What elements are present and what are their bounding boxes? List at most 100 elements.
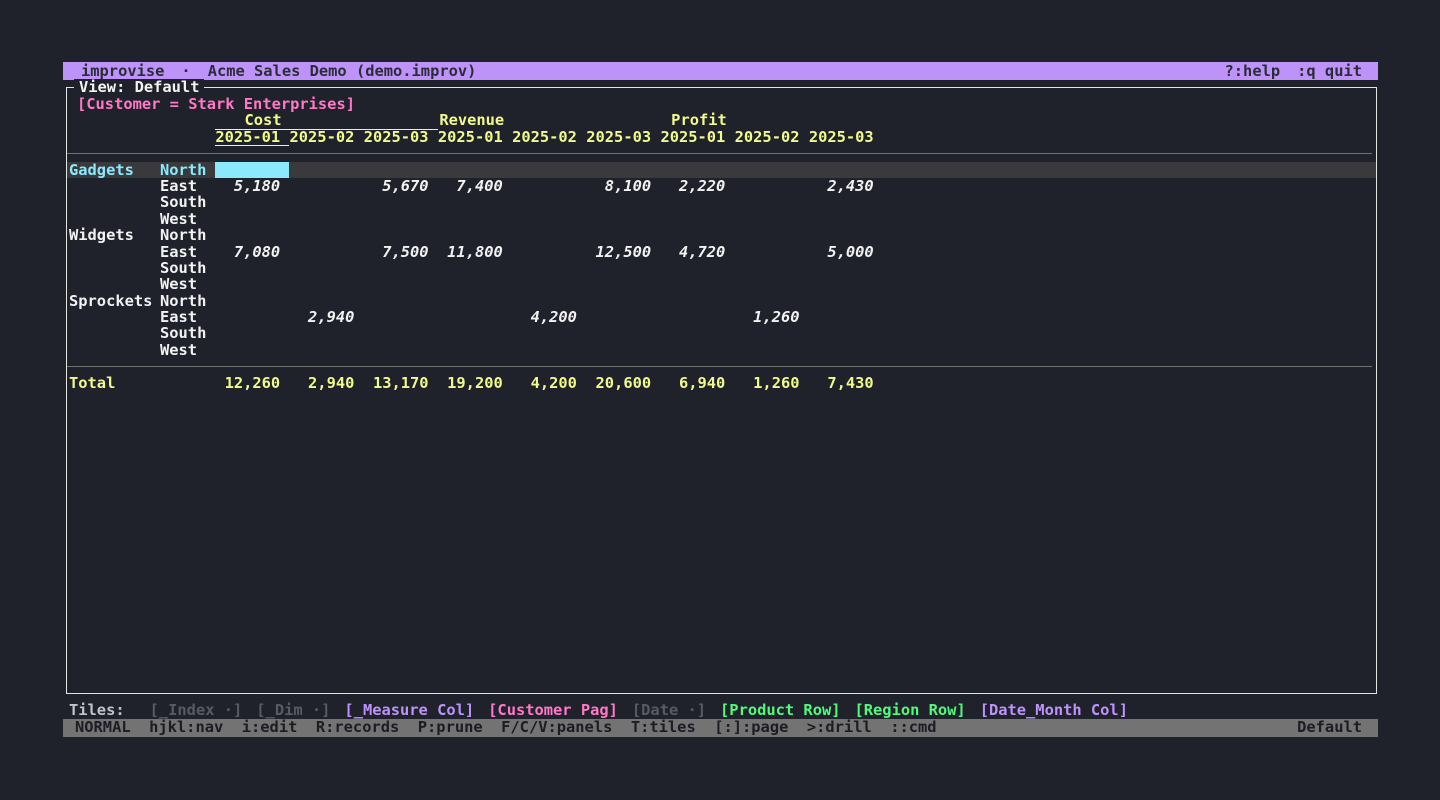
value-cell[interactable] [512,178,586,194]
value-cell[interactable]: 11,800 [438,244,512,260]
value-cell[interactable] [289,194,363,210]
value-cell[interactable] [586,276,660,292]
value-cell[interactable]: 1,260 [734,309,808,325]
value-cell[interactable] [734,276,808,292]
value-cell[interactable] [215,260,289,276]
value-cell[interactable] [363,276,437,292]
value-cell[interactable] [289,293,363,309]
value-cell[interactable]: 2,940 [289,309,363,325]
value-cell[interactable] [215,276,289,292]
value-cell[interactable] [215,227,289,243]
value-cell[interactable] [215,194,289,210]
value-cell[interactable] [734,342,808,358]
region-label[interactable]: East [160,309,215,325]
value-cell[interactable] [215,293,289,309]
product-label[interactable] [67,342,160,358]
tile-item[interactable]: [_Index ·] [150,702,243,718]
value-cell[interactable] [809,162,883,178]
region-label[interactable]: North [160,293,215,309]
value-cell[interactable] [438,260,512,276]
value-cell[interactable] [363,342,437,358]
value-cell[interactable] [660,194,734,210]
value-cell[interactable] [734,194,808,210]
value-cell[interactable] [734,178,808,194]
value-cell[interactable] [512,227,586,243]
value-cell[interactable] [809,293,883,309]
product-label[interactable] [67,211,160,227]
value-cell[interactable] [512,293,586,309]
month-header[interactable]: 2025-03 [809,129,883,146]
value-cell[interactable] [809,325,883,341]
value-cell[interactable] [660,162,734,178]
month-header[interactable]: 2025-01 [660,129,734,146]
value-cell[interactable] [809,309,883,325]
region-label[interactable]: East [160,244,215,260]
value-cell[interactable] [363,309,437,325]
selected-cell[interactable] [215,162,289,178]
value-cell[interactable] [734,244,808,260]
value-cell[interactable] [512,325,586,341]
value-cell[interactable] [512,342,586,358]
value-cell[interactable] [660,211,734,227]
value-cell[interactable] [586,293,660,309]
month-header[interactable]: 2025-01 [215,129,289,146]
value-cell[interactable] [809,276,883,292]
value-cell[interactable] [438,211,512,227]
value-cell[interactable] [289,178,363,194]
value-cell[interactable] [512,162,586,178]
value-cell[interactable] [363,162,437,178]
value-cell[interactable]: 7,400 [438,178,512,194]
value-cell[interactable] [363,194,437,210]
value-cell[interactable] [512,276,586,292]
value-cell[interactable] [660,276,734,292]
value-cell[interactable] [363,325,437,341]
region-label[interactable]: West [160,276,215,292]
value-cell[interactable] [734,293,808,309]
value-cell[interactable] [734,260,808,276]
tile-item[interactable]: [_Dim ·] [256,702,330,718]
value-cell[interactable] [438,309,512,325]
value-cell[interactable] [438,325,512,341]
tile-item[interactable]: [Date ·] [632,702,706,718]
value-cell[interactable] [512,211,586,227]
value-cell[interactable] [512,194,586,210]
value-cell[interactable] [660,293,734,309]
region-label[interactable]: West [160,211,215,227]
value-cell[interactable] [586,194,660,210]
value-cell[interactable] [363,211,437,227]
value-cell[interactable] [363,260,437,276]
product-label[interactable] [67,260,160,276]
value-cell[interactable] [215,309,289,325]
product-label[interactable] [67,276,160,292]
product-label[interactable] [67,244,160,260]
value-cell[interactable] [660,309,734,325]
value-cell[interactable] [660,227,734,243]
tile-item[interactable]: [Customer Pag] [488,702,618,718]
value-cell[interactable] [289,227,363,243]
tile-item[interactable]: [Product Row] [720,702,840,718]
value-cell[interactable] [438,227,512,243]
value-cell[interactable]: 4,200 [512,309,586,325]
value-cell[interactable] [215,342,289,358]
month-header[interactable]: 2025-02 [512,129,586,146]
month-header[interactable]: 2025-01 [438,129,512,146]
value-cell[interactable] [734,227,808,243]
value-cell[interactable] [512,260,586,276]
value-cell[interactable] [809,194,883,210]
value-cell[interactable] [438,293,512,309]
region-label[interactable]: East [160,178,215,194]
product-label[interactable]: Widgets [67,227,160,243]
product-label[interactable]: Sprockets [67,293,160,309]
month-header[interactable]: 2025-02 [289,129,363,146]
value-cell[interactable] [438,162,512,178]
value-cell[interactable] [289,276,363,292]
value-cell[interactable] [586,211,660,227]
value-cell[interactable]: 5,000 [809,244,883,260]
value-cell[interactable] [734,211,808,227]
tile-item[interactable]: [Date_Month Col] [980,702,1128,718]
value-cell[interactable] [289,342,363,358]
value-cell[interactable] [809,227,883,243]
value-cell[interactable]: 7,500 [363,244,437,260]
value-cell[interactable] [438,342,512,358]
page-filter[interactable]: [Customer = Stark Enterprises] [77,96,1376,112]
